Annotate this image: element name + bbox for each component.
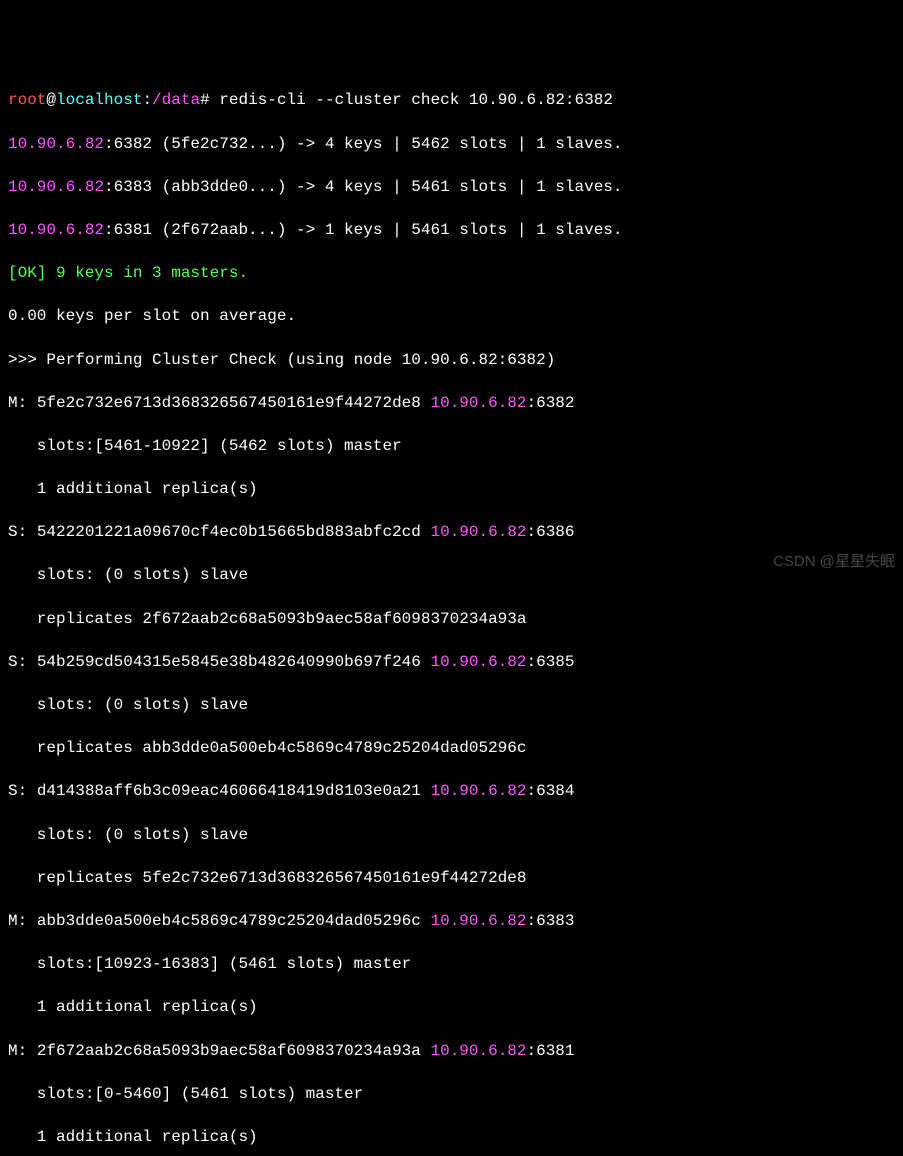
prompt-hash: # [200, 91, 210, 109]
node-id: d414388aff6b3c09eac46066418419d8103e0a21 [37, 782, 431, 800]
node-slots: slots: (0 slots) slave [8, 565, 895, 587]
summary-rest: :6383 (abb3dde0...) -> 4 keys | 5461 slo… [104, 178, 622, 196]
node-slots: slots: (0 slots) slave [8, 825, 895, 847]
prompt-at: @ [46, 91, 56, 109]
node-slots: slots:[0-5460] (5461 slots) master [8, 1084, 895, 1106]
ok-tag: [OK] [8, 264, 46, 282]
node-header: M: 5fe2c732e6713d368326567450161e9f44272… [8, 393, 895, 415]
node-port: :6386 [527, 523, 575, 541]
node-role: S: [8, 782, 37, 800]
summary-ip: 10.90.6.82 [8, 135, 104, 153]
node-extra: 1 additional replica(s) [8, 1127, 895, 1149]
node-header: S: d414388aff6b3c09eac46066418419d8103e0… [8, 781, 895, 803]
summary-rest: :6381 (2f672aab...) -> 1 keys | 5461 slo… [104, 221, 622, 239]
node-id: 5fe2c732e6713d368326567450161e9f44272de8 [37, 394, 431, 412]
node-id: abb3dde0a500eb4c5869c4789c25204dad05296c [37, 912, 431, 930]
command-text: redis-cli --cluster check 10.90.6.82:638… [210, 91, 613, 109]
node-slots: slots:[5461-10922] (5462 slots) master [8, 436, 895, 458]
node-header: S: 5422201221a09670cf4ec0b15665bd883abfc… [8, 522, 895, 544]
node-header: M: 2f672aab2c68a5093b9aec58af6098370234a… [8, 1041, 895, 1063]
ok-msg: 9 keys in 3 masters. [46, 264, 248, 282]
node-ip: 10.90.6.82 [430, 912, 526, 930]
node-port: :6383 [527, 912, 575, 930]
node-role: M: [8, 1042, 37, 1060]
summary-line: 10.90.6.82:6382 (5fe2c732...) -> 4 keys … [8, 134, 895, 156]
node-port: :6384 [527, 782, 575, 800]
node-slots: slots: (0 slots) slave [8, 695, 895, 717]
node-ip: 10.90.6.82 [430, 653, 526, 671]
node-port: :6381 [527, 1042, 575, 1060]
prompt-path: /data [152, 91, 200, 109]
node-port: :6385 [527, 653, 575, 671]
node-id: 5422201221a09670cf4ec0b15665bd883abfc2cd [37, 523, 431, 541]
node-role: M: [8, 394, 37, 412]
node-ip: 10.90.6.82 [430, 1042, 526, 1060]
watermark: CSDN @星星失眠 [773, 552, 895, 572]
node-ip: 10.90.6.82 [430, 394, 526, 412]
node-role: M: [8, 912, 37, 930]
summary-line: 10.90.6.82:6381 (2f672aab...) -> 1 keys … [8, 220, 895, 242]
prompt-colon: : [142, 91, 152, 109]
prompt-line[interactable]: root@localhost:/data# redis-cli --cluste… [8, 90, 895, 112]
node-header: M: abb3dde0a500eb4c5869c4789c25204dad052… [8, 911, 895, 933]
node-header: S: 54b259cd504315e5845e38b482640990b697f… [8, 652, 895, 674]
node-ip: 10.90.6.82 [430, 782, 526, 800]
node-ip: 10.90.6.82 [430, 523, 526, 541]
node-extra: 1 additional replica(s) [8, 997, 895, 1019]
ok-line: [OK] 9 keys in 3 masters. [8, 263, 895, 285]
prompt-user: root [8, 91, 46, 109]
node-extra: 1 additional replica(s) [8, 479, 895, 501]
prompt-host: localhost [56, 91, 142, 109]
summary-line: 10.90.6.82:6383 (abb3dde0...) -> 4 keys … [8, 177, 895, 199]
node-slots: slots:[10923-16383] (5461 slots) master [8, 954, 895, 976]
node-id: 54b259cd504315e5845e38b482640990b697f246 [37, 653, 431, 671]
summary-ip: 10.90.6.82 [8, 178, 104, 196]
node-role: S: [8, 653, 37, 671]
node-role: S: [8, 523, 37, 541]
node-port: :6382 [527, 394, 575, 412]
performing-line: >>> Performing Cluster Check (using node… [8, 350, 895, 372]
summary-rest: :6382 (5fe2c732...) -> 4 keys | 5462 slo… [104, 135, 622, 153]
node-extra: replicates 5fe2c732e6713d368326567450161… [8, 868, 895, 890]
node-extra: replicates abb3dde0a500eb4c5869c4789c252… [8, 738, 895, 760]
avg-line: 0.00 keys per slot on average. [8, 306, 895, 328]
node-id: 2f672aab2c68a5093b9aec58af6098370234a93a [37, 1042, 431, 1060]
node-extra: replicates 2f672aab2c68a5093b9aec58af609… [8, 609, 895, 631]
summary-ip: 10.90.6.82 [8, 221, 104, 239]
